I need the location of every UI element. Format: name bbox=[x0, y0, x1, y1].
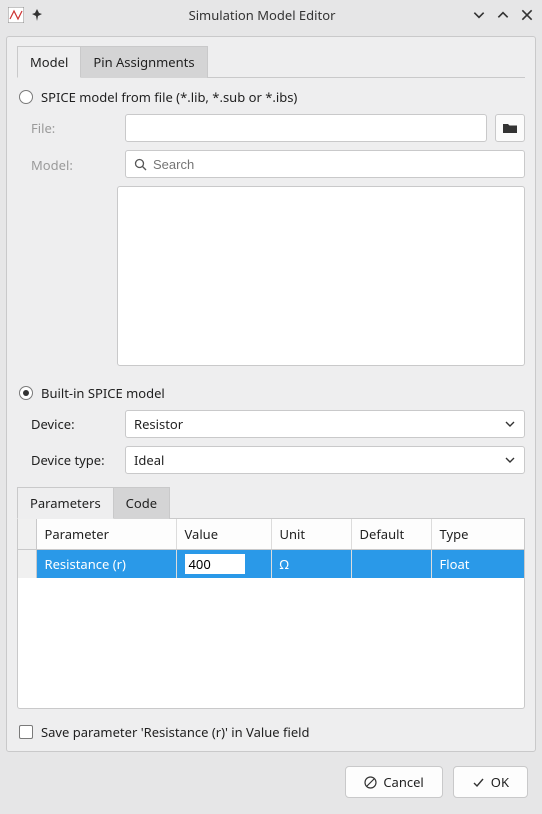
col-unit[interactable]: Unit bbox=[271, 519, 351, 550]
save-param-checkbox-row[interactable]: Save parameter 'Resistance (r)' in Value… bbox=[19, 723, 523, 741]
titlebar: Simulation Model Editor bbox=[0, 0, 542, 30]
ok-label: OK bbox=[491, 773, 509, 791]
cell-unit[interactable]: Ω bbox=[271, 550, 351, 579]
model-label: Model: bbox=[31, 150, 117, 174]
save-param-label: Save parameter 'Resistance (r)' in Value… bbox=[41, 723, 310, 741]
model-search-input[interactable] bbox=[153, 157, 516, 172]
chevron-down-icon bbox=[504, 418, 516, 430]
cancel-button[interactable]: Cancel bbox=[345, 766, 442, 798]
checkbox-icon bbox=[19, 725, 33, 739]
window-controls bbox=[472, 8, 534, 22]
minimize-button[interactable] bbox=[472, 8, 486, 22]
col-type[interactable]: Type bbox=[431, 519, 524, 550]
file-row: File: bbox=[31, 114, 525, 142]
search-icon bbox=[134, 158, 147, 171]
tab-parameters[interactable]: Parameters bbox=[17, 487, 114, 519]
cancel-label: Cancel bbox=[383, 773, 423, 791]
radio-icon bbox=[19, 90, 33, 104]
table-header-row: Parameter Value Unit Default Type bbox=[18, 519, 524, 550]
top-tabs: Model Pin Assignments bbox=[17, 45, 525, 78]
file-label: File: bbox=[31, 119, 117, 137]
pin-icon[interactable] bbox=[30, 8, 44, 22]
device-type-value: Ideal bbox=[134, 451, 164, 469]
cancel-icon bbox=[364, 776, 377, 789]
window-title: Simulation Model Editor bbox=[52, 6, 472, 24]
tab-model[interactable]: Model bbox=[17, 46, 81, 78]
app-icon bbox=[8, 7, 24, 23]
model-row: Model: bbox=[31, 150, 525, 178]
model-search[interactable] bbox=[125, 150, 525, 178]
device-type-select[interactable]: Ideal bbox=[125, 446, 525, 474]
value-editor[interactable]: 400 bbox=[185, 554, 245, 574]
device-type-label: Device type: bbox=[31, 451, 117, 469]
device-label: Device: bbox=[31, 415, 117, 433]
tab-code[interactable]: Code bbox=[114, 487, 170, 519]
cell-default[interactable] bbox=[351, 550, 431, 579]
device-type-row: Device type: Ideal bbox=[31, 446, 525, 474]
col-value[interactable]: Value bbox=[176, 519, 271, 550]
radio-builtin[interactable]: Built-in SPICE model bbox=[19, 384, 525, 402]
footer: Cancel OK bbox=[0, 758, 542, 810]
parameters-table-wrap: Parameter Value Unit Default Type Resist… bbox=[17, 519, 525, 709]
cell-type[interactable]: Float bbox=[431, 550, 524, 579]
radio-spice-from-file[interactable]: SPICE model from file (*.lib, *.sub or *… bbox=[19, 88, 525, 106]
check-icon bbox=[472, 776, 485, 789]
table-row[interactable]: Resistance (r) 400 Ω Float bbox=[18, 550, 524, 579]
sub-tabs: Parameters Code bbox=[17, 486, 525, 519]
device-row: Device: Resistor bbox=[31, 410, 525, 438]
model-listbox[interactable] bbox=[117, 186, 525, 366]
cell-value[interactable]: 400 bbox=[176, 550, 271, 579]
maximize-button[interactable] bbox=[496, 8, 510, 22]
device-select[interactable]: Resistor bbox=[125, 410, 525, 438]
chevron-down-icon bbox=[504, 454, 516, 466]
browse-button[interactable] bbox=[495, 114, 525, 142]
col-default[interactable]: Default bbox=[351, 519, 431, 550]
col-parameter[interactable]: Parameter bbox=[36, 519, 176, 550]
cell-parameter[interactable]: Resistance (r) bbox=[36, 550, 176, 579]
file-input[interactable] bbox=[125, 114, 487, 142]
device-value: Resistor bbox=[134, 415, 183, 433]
close-button[interactable] bbox=[520, 8, 534, 22]
folder-icon bbox=[502, 121, 518, 135]
ok-button[interactable]: OK bbox=[453, 766, 528, 798]
parameters-table: Parameter Value Unit Default Type Resist… bbox=[18, 519, 524, 578]
tab-pin-assignments[interactable]: Pin Assignments bbox=[81, 46, 207, 78]
radio-icon-selected bbox=[19, 386, 33, 400]
radio-builtin-label: Built-in SPICE model bbox=[41, 384, 165, 402]
content-card: Model Pin Assignments SPICE model from f… bbox=[6, 36, 536, 752]
radio-spice-label: SPICE model from file (*.lib, *.sub or *… bbox=[41, 88, 297, 106]
